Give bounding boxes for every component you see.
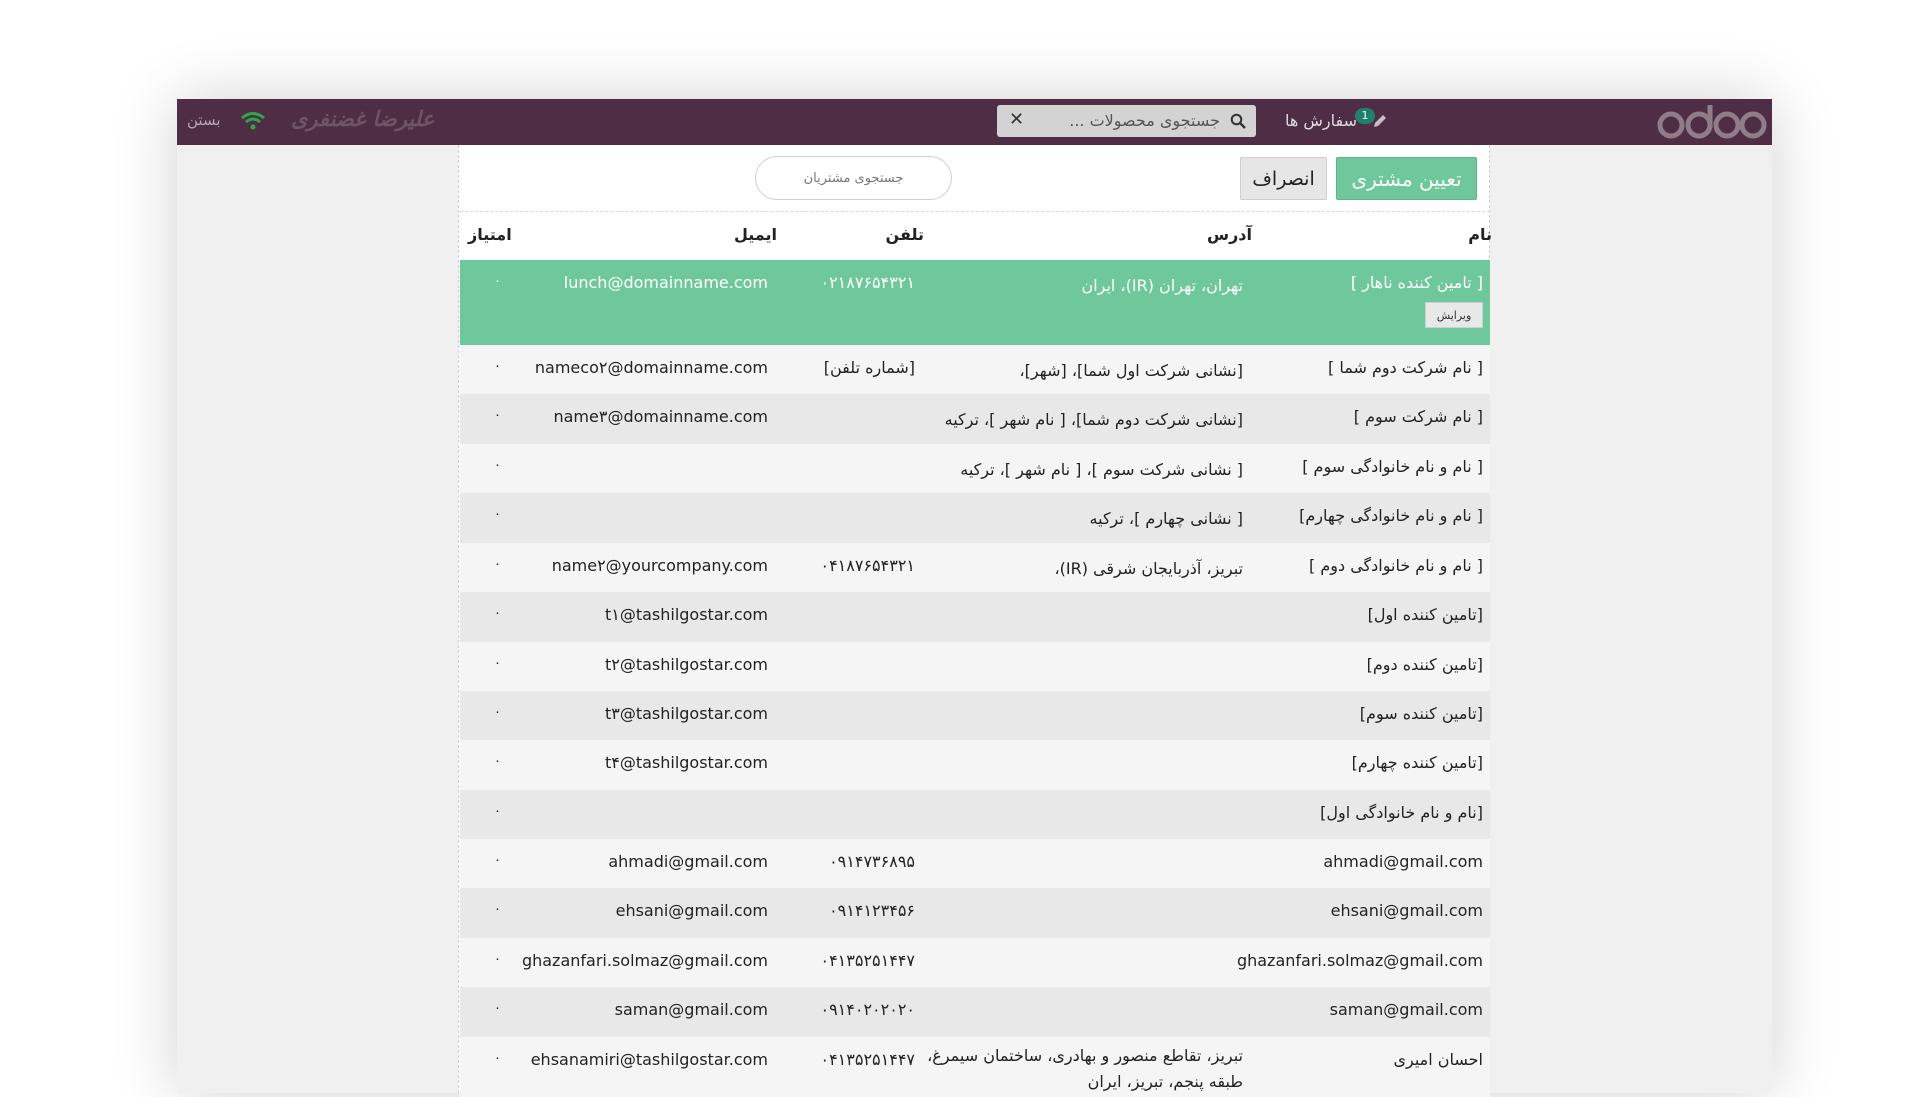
customer-score: ۰ [494, 458, 501, 473]
customer-name: [تامین کننده چهارم] [1351, 753, 1483, 772]
table-row[interactable]: ghazanfari.solmaz@gmail.com ۰۴۱۳۵۲۵۱۴۴۷ gh… [460, 938, 1490, 987]
customer-address: تبریز، تقاطع منصور و بهادری، ساختمان سیم… [927, 1046, 1243, 1065]
customer-name: [تامین کننده دوم] [1366, 655, 1483, 674]
customer-name: [ تامین کننده ناهار ] [1350, 273, 1483, 292]
table-row[interactable]: ahmadi@gmail.com ۰۹۱۴۷۳۶۸۹۵ ahmadi@gmail.c… [460, 839, 1490, 888]
customer-score: ۰ [494, 606, 501, 621]
odoo-logo [1657, 105, 1767, 139]
top-bar: بستن علیرضا غضنفری ✕ جستجوی محصولات ... … [177, 99, 1772, 145]
customer-score: ۰ [494, 656, 501, 671]
table-row[interactable]: [تامین کننده چهارم] t۴@tashilgostar.com ۰ [460, 740, 1490, 790]
customer-score: ۰ [494, 507, 501, 522]
customer-email: ahmadi@gmail.com [608, 852, 768, 871]
column-header-email: ایمیل [733, 225, 777, 244]
customer-score: ۰ [494, 557, 501, 572]
customer-email: lunch@domainname.com [563, 273, 768, 292]
customer-address: تبریز، آذربایجان شرقی (IR)، [1054, 559, 1243, 578]
customer-score: ۰ [494, 952, 501, 967]
clear-search-icon[interactable]: ✕ [1009, 109, 1024, 130]
pencil-icon [1374, 115, 1386, 127]
customer-score: ۰ [494, 1051, 501, 1066]
customer-address: [نشانی شرکت اول شما]، [شهر]، [1019, 361, 1243, 380]
customer-name: ahmadi@gmail.com [1323, 852, 1483, 871]
customer-name: [ نام و نام خانوادگی دوم ] [1309, 556, 1483, 575]
customer-score: ۰ [494, 853, 501, 868]
table-row[interactable]: [تامین کننده سوم] t۳@tashilgostar.com ۰ [460, 691, 1490, 740]
customer-address: [ نشانی شرکت سوم ]، [ نام شهر ]، ترکیه [960, 460, 1243, 479]
customer-email: nameco۲@domainname.com [534, 358, 768, 377]
customer-name: [تامین کننده سوم] [1359, 704, 1483, 723]
customer-email: ehsani@gmail.com [615, 901, 768, 920]
customer-email: t۱@tashilgostar.com [604, 605, 768, 624]
customer-phone: ۰۲۱۸۷۶۵۴۳۲۱ [820, 273, 915, 292]
customer-phone: [شماره تلفن] [823, 358, 915, 377]
customer-phone: ۰۹۱۴۰۲۰۲۰۲۰ [820, 1000, 915, 1019]
customer-phone: ۰۴۱۳۵۲۵۱۴۴۷ [820, 951, 915, 970]
customer-name: saman@gmail.com [1329, 1000, 1483, 1019]
customer-email: name۲@yourcompany.com [551, 556, 768, 575]
orders-label: سفارش ها [1285, 111, 1358, 130]
customer-email: t۴@tashilgostar.com [604, 753, 768, 772]
customer-phone: ۰۹۱۴۷۳۶۸۹۵ [829, 852, 915, 871]
customer-name: احسان امیری [1393, 1050, 1483, 1069]
close-button[interactable]: بستن [187, 111, 221, 129]
table-row[interactable]: [تامین کننده اول] t۱@tashilgostar.com ۰ [460, 592, 1490, 642]
table-row[interactable]: [نام و نام خانوادگی اول] ۰ [460, 790, 1490, 839]
customer-name: [ نام و نام خانوادگی سوم ] [1302, 457, 1483, 476]
product-search-box[interactable]: ✕ جستجوی محصولات ... [997, 105, 1256, 137]
customer-name: [تامین کننده اول] [1367, 605, 1483, 624]
table-row[interactable]: [تامین کننده دوم] t۲@tashilgostar.com ۰ [460, 642, 1490, 691]
table-row[interactable]: [ نام شرکت سوم ] [نشانی شرکت دوم شما]، [ … [460, 394, 1490, 444]
customer-score: ۰ [494, 705, 501, 720]
customer-score: ۰ [494, 359, 501, 374]
table-row[interactable]: ehsani@gmail.com ۰۹۱۴۱۲۳۴۵۶ ehsani@gmail.c… [460, 888, 1490, 938]
customer-name: [ نام شرکت سوم ] [1353, 407, 1483, 426]
customer-email: saman@gmail.com [614, 1000, 768, 1019]
table-row[interactable]: احسان امیری تبریز، تقاطع منصور و بهادری، … [460, 1037, 1490, 1097]
customer-score: ۰ [494, 274, 501, 289]
column-header-name: نام [1468, 225, 1492, 244]
customer-name: [ نام شرکت دوم شما ] [1328, 358, 1483, 377]
customer-name: [نام و نام خانوادگی اول] [1320, 803, 1483, 822]
edit-customer-button[interactable]: ویرایش [1425, 302, 1483, 328]
customer-search-input[interactable]: جستجوی مشتریان [755, 156, 952, 200]
customer-phone: ۰۹۱۴۱۲۳۴۵۶ [829, 901, 915, 920]
customer-email: t۳@tashilgostar.com [604, 704, 768, 723]
customer-email: ghazanfari.solmaz@gmail.com [521, 951, 768, 970]
customer-score: ۰ [494, 804, 501, 819]
column-header-score: امتیاز [468, 225, 512, 244]
customer-name: ehsani@gmail.com [1330, 901, 1483, 920]
customer-score: ۰ [494, 408, 501, 423]
wifi-icon [241, 112, 265, 130]
customer-name: ghazanfari.solmaz@gmail.com [1236, 951, 1483, 970]
table-row[interactable]: [ نام و نام خانوادگی سوم ] [ نشانی شرکت س… [460, 444, 1490, 493]
customer-address: [نشانی شرکت دوم شما]، [ نام شهر ]، ترکیه [944, 410, 1243, 429]
customer-email: name۳@domainname.com [553, 407, 768, 426]
customer-score: ۰ [494, 902, 501, 917]
column-header-address: آدرس [1207, 225, 1252, 244]
customer-score: ۰ [494, 754, 501, 769]
customer-address: تهران، تهران (IR)، ایران [1081, 276, 1243, 295]
column-header-phone: تلفن [885, 225, 924, 244]
header-divider [460, 211, 1490, 212]
customer-email: ehsanamiri@tashilgostar.com [530, 1050, 768, 1069]
customer-email: t۲@tashilgostar.com [604, 655, 768, 674]
cancel-button[interactable]: انصراف [1240, 157, 1327, 200]
customer-address: [ نشانی چهارم ]، ترکیه [1089, 509, 1243, 528]
search-icon [1230, 113, 1246, 129]
product-search-input[interactable]: جستجوی محصولات ... [1069, 111, 1220, 130]
customer-address-line2: طبقه پنجم، تبریز، ایران [1087, 1072, 1243, 1091]
set-customer-button[interactable]: تعیین مشتری [1336, 157, 1477, 200]
customer-score: ۰ [494, 1001, 501, 1016]
table-row[interactable]: [ نام و نام خانوادگی چهارم] [ نشانی چهارم… [460, 493, 1490, 543]
table-row-selected[interactable]: [ تامین کننده ناهار ] تهران، تهران (IR)، … [460, 260, 1490, 345]
table-row[interactable]: [ نام و نام خانوادگی دوم ] تبریز، آذربایج… [460, 543, 1490, 592]
customer-phone: ۰۴۱۳۵۲۵۱۴۴۷ [820, 1050, 915, 1069]
table-row[interactable]: [ نام شرکت دوم شما ] [نشانی شرکت اول شما]… [460, 345, 1490, 394]
table-row[interactable]: saman@gmail.com ۰۹۱۴۰۲۰۲۰۲۰ saman@gmail.co… [460, 987, 1490, 1037]
customer-name: [ نام و نام خانوادگی چهارم] [1299, 506, 1483, 525]
customer-phone: ۰۴۱۸۷۶۵۴۳۲۱ [820, 556, 915, 575]
cashier-name[interactable]: علیرضا غضنفری [291, 107, 434, 131]
